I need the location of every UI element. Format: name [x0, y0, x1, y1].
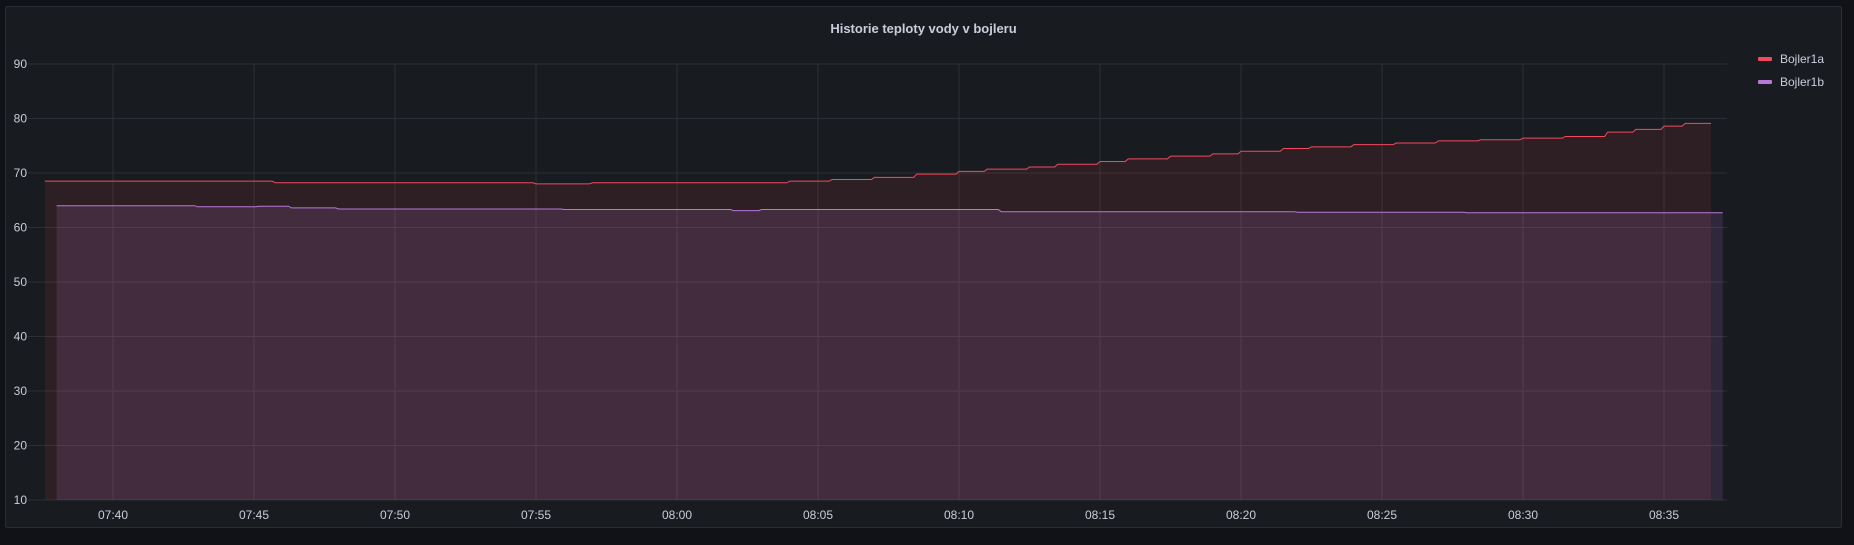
x-tick-label: 08:00 — [662, 508, 692, 522]
y-tick-label: 30 — [14, 384, 28, 398]
legend: Bojler1a Bojler1b — [1758, 47, 1824, 93]
legend-label: Bojler1a — [1780, 51, 1825, 66]
x-tick-label: 07:40 — [98, 508, 128, 522]
x-tick-label: 08:10 — [944, 508, 974, 522]
x-tick-label: 08:05 — [803, 508, 833, 522]
y-tick-label: 70 — [14, 166, 28, 180]
y-tick-label: 40 — [14, 330, 28, 344]
legend-item-bojler1a[interactable]: Bojler1a — [1758, 47, 1824, 70]
y-tick-label: 60 — [14, 221, 28, 235]
series-area-bojler1b — [56, 205, 1723, 500]
x-tick-label: 07:50 — [380, 508, 410, 522]
legend-item-bojler1b[interactable]: Bojler1b — [1758, 70, 1824, 93]
chart-plot: 10 20 30 40 50 60 70 80 90 07:40 07:45 07:50 07:55 08… — [14, 57, 1727, 522]
x-tick-label: 08:30 — [1508, 508, 1538, 522]
x-tick-label: 08:25 — [1367, 508, 1397, 522]
y-tick-label: 50 — [14, 275, 28, 289]
y-tick-label: 80 — [14, 112, 28, 126]
legend-label: Bojler1b — [1780, 74, 1825, 89]
y-tick-label: 90 — [14, 57, 28, 71]
x-tick-label: 08:35 — [1649, 508, 1679, 522]
x-tick-label: 07:45 — [239, 508, 269, 522]
legend-swatch-purple — [1758, 79, 1772, 84]
x-tick-label: 08:15 — [1085, 508, 1115, 522]
x-tick-label: 08:20 — [1226, 508, 1256, 522]
x-tick-label: 07:55 — [521, 508, 551, 522]
y-tick-label: 10 — [14, 493, 28, 507]
legend-swatch-red — [1758, 56, 1772, 61]
y-tick-label: 20 — [14, 439, 28, 453]
